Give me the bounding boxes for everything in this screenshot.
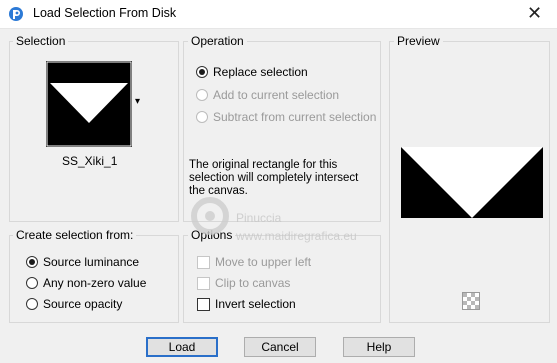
preview-group-title: Preview	[394, 34, 443, 48]
replace-selection-label: Replace selection	[213, 65, 308, 79]
preview-image	[401, 147, 543, 218]
radio-indicator	[196, 111, 208, 123]
radio-indicator	[196, 66, 208, 78]
close-button[interactable]: ✕	[512, 0, 557, 28]
checkbox-indicator	[197, 276, 210, 290]
radio-indicator	[26, 277, 38, 289]
watermark-name: Pinuccia	[236, 211, 282, 225]
subtract-from-selection-radio[interactable]: Subtract from current selection	[196, 110, 376, 124]
load-button[interactable]: Load	[146, 337, 218, 357]
selection-file-name: SS_Xiki_1	[62, 154, 118, 168]
title-bar: Load Selection From Disk ✕	[0, 0, 557, 29]
invert-selection-label: Invert selection	[215, 297, 296, 311]
watermark-logo-icon	[190, 196, 230, 236]
radio-indicator	[196, 89, 208, 101]
radio-indicator	[26, 298, 38, 310]
add-to-selection-label: Add to current selection	[213, 88, 340, 102]
add-to-selection-radio[interactable]: Add to current selection	[196, 88, 339, 102]
chevron-down-icon[interactable]: ▾	[135, 96, 140, 107]
source-opacity-radio[interactable]: Source opacity	[26, 297, 122, 311]
replace-selection-radio[interactable]: Replace selection	[196, 65, 308, 79]
operation-group-title: Operation	[188, 34, 247, 48]
subtract-from-selection-label: Subtract from current selection	[213, 110, 377, 124]
clip-to-canvas-label: Clip to canvas	[215, 276, 291, 290]
selection-thumbnail[interactable]	[46, 61, 132, 147]
help-button[interactable]: Help	[343, 337, 415, 357]
watermark-url: www.maidiregrafica.eu	[236, 229, 357, 243]
source-opacity-label: Source opacity	[43, 297, 123, 311]
cancel-button[interactable]: Cancel	[244, 337, 316, 357]
source-luminance-label: Source luminance	[43, 255, 140, 269]
any-non-zero-value-label: Any non-zero value	[43, 276, 147, 290]
any-non-zero-value-radio[interactable]: Any non-zero value	[26, 276, 146, 290]
transparency-grid-icon[interactable]	[462, 292, 480, 310]
move-to-upper-left-checkbox[interactable]: Move to upper left	[197, 255, 311, 269]
operation-note: The original rectangle for this selectio…	[189, 159, 359, 197]
checkbox-indicator	[197, 297, 210, 311]
create-selection-group-title: Create selection from:	[13, 228, 137, 242]
clip-to-canvas-checkbox[interactable]: Clip to canvas	[197, 276, 290, 290]
selection-group-title: Selection	[13, 34, 69, 48]
radio-indicator	[26, 256, 38, 268]
move-to-upper-left-label: Move to upper left	[215, 255, 312, 269]
checkbox-indicator	[197, 255, 210, 269]
invert-selection-checkbox[interactable]: Invert selection	[197, 297, 296, 311]
window-title: Load Selection From Disk	[33, 6, 177, 20]
app-logo-icon	[8, 6, 24, 22]
source-luminance-radio[interactable]: Source luminance	[26, 255, 139, 269]
